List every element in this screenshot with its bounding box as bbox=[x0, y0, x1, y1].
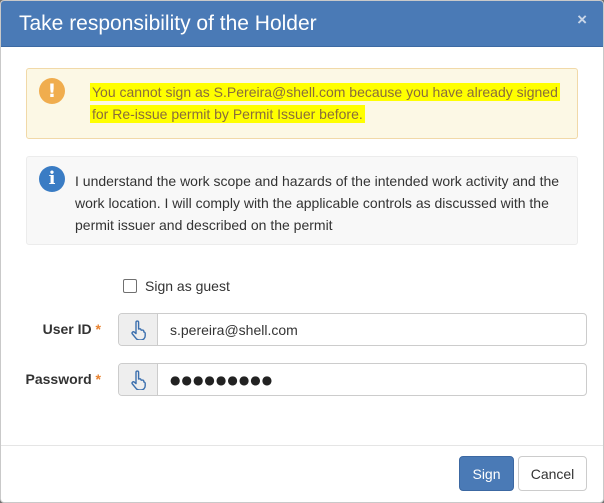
info-line-2: work location. I will comply with the ap… bbox=[75, 195, 549, 211]
password-input-group: ●●●●●●●●● bbox=[118, 363, 587, 396]
warning-alert: ! You cannot sign as S.Pereira@shell.com… bbox=[26, 68, 578, 139]
sign-as-guest-row[interactable]: Sign as guest bbox=[123, 277, 230, 295]
info-icon: i bbox=[39, 166, 65, 192]
exclamation-icon: ! bbox=[39, 78, 65, 104]
pointing-hand-icon[interactable] bbox=[119, 364, 158, 395]
required-mark: * bbox=[95, 321, 101, 337]
user-id-label: User ID * bbox=[1, 321, 101, 337]
sign-as-guest-label: Sign as guest bbox=[145, 278, 230, 294]
password-label: Password * bbox=[1, 371, 101, 387]
password-label-text: Password bbox=[25, 371, 92, 387]
user-id-label-text: User ID bbox=[42, 321, 92, 337]
info-line-1: I understand the work scope and hazards … bbox=[75, 173, 560, 189]
pointing-hand-icon[interactable] bbox=[119, 314, 158, 345]
password-input[interactable]: ●●●●●●●●● bbox=[158, 364, 586, 395]
info-alert: i I understand the work scope and hazard… bbox=[26, 156, 578, 245]
user-id-input[interactable] bbox=[158, 314, 586, 345]
warning-message: You cannot sign as S.Pereira@shell.com b… bbox=[90, 81, 570, 125]
warning-line-2: for Re-issue permit by Permit Issuer bef… bbox=[90, 105, 365, 123]
sign-as-guest-checkbox[interactable] bbox=[123, 279, 137, 293]
info-message: I understand the work scope and hazards … bbox=[75, 170, 569, 236]
required-mark: * bbox=[95, 371, 101, 387]
user-id-input-group bbox=[118, 313, 587, 346]
warning-line-1: You cannot sign as S.Pereira@shell.com b… bbox=[90, 83, 560, 101]
close-button[interactable]: × bbox=[577, 10, 587, 30]
info-line-3: permit issuer and described on the permi… bbox=[75, 217, 333, 233]
cancel-button[interactable]: Cancel bbox=[518, 456, 587, 491]
footer-divider bbox=[1, 445, 603, 446]
sign-button[interactable]: Sign bbox=[459, 456, 514, 491]
pointing-hand-icon-svg bbox=[131, 319, 146, 340]
pointing-hand-icon-svg bbox=[131, 369, 146, 390]
take-responsibility-dialog: Take responsibility of the Holder × ! Yo… bbox=[0, 0, 604, 503]
dialog-header: Take responsibility of the Holder × bbox=[1, 1, 603, 47]
dialog-title: Take responsibility of the Holder bbox=[19, 12, 317, 35]
